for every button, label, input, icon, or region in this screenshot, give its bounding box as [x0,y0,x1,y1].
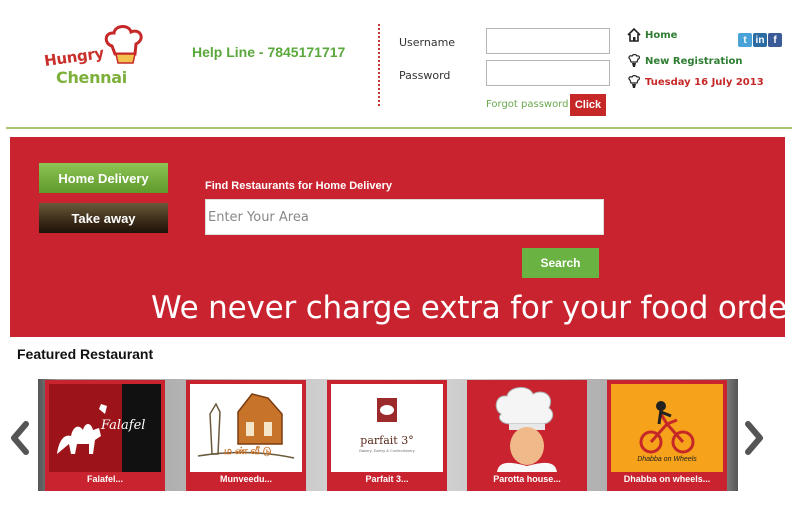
featured-restaurant-heading: Featured Restaurant [17,346,154,362]
munveedu-logo-text: ம ண் வீ டு [224,446,272,457]
restaurant-name: Munveedu... [219,474,272,484]
parfait-logo-subtext: Bakery, Eatery & Confectionery [359,448,415,453]
dhabba-on-wheels-logo: Dhabba on Wheels [611,384,723,472]
twitter-icon[interactable]: t [738,33,752,47]
header-separator [6,127,792,129]
munveedu-logo: ம ண் வீ டு [190,384,302,472]
home-link-label: Home [645,29,678,41]
carousel-next-arrow-icon[interactable] [741,418,767,458]
username-input[interactable] [486,28,610,54]
username-label: Username [399,36,456,49]
restaurant-card-munveedu[interactable]: ம ண் வீ டு Munveedu... [186,380,306,491]
site-header: Hungry Chennai Help Line - 7845171717 Us… [0,0,800,130]
restaurant-name: Parfait 3... [365,474,409,484]
area-search-input[interactable]: Enter Your Area [205,199,604,235]
parfait-logo: parfait 3° Bakery, Eatery & Confectioner… [331,384,443,472]
dhabba-logo-text: Dhabba on Wheels [637,456,697,463]
restaurant-card-falafel[interactable]: Falafel Falafel... [45,380,165,491]
logo-text-hungry: Hungry [43,43,105,71]
restaurant-card-parotta-house[interactable]: Parotta house... [467,380,587,491]
falafel-logo: Falafel [49,384,161,472]
search-banner: Home Delivery Take away Find Restaurants… [10,137,800,337]
linkedin-icon[interactable]: in [753,33,767,47]
parfait-logo-text: parfait 3° [360,434,414,447]
header-divider [378,24,380,106]
restaurant-name: Dhabba on wheels... [623,474,711,484]
restaurant-card-parfait[interactable]: parfait 3° Bakery, Eatery & Confectioner… [327,380,447,491]
social-links: t in f [738,33,782,47]
chef-icon [628,75,640,88]
date-text: Tuesday 16 July 2013 [645,76,764,88]
restaurant-name: Falafel... [86,474,123,484]
falafel-logo-text: Falafel [101,418,146,433]
home-delivery-button[interactable]: Home Delivery [39,163,168,193]
restaurant-card-dhabba-on-wheels[interactable]: Dhabba on Wheels Dhabba on wheels... [607,380,727,491]
password-input[interactable] [486,60,610,86]
facebook-icon[interactable]: f [768,33,782,47]
parotta-house-logo [471,384,583,472]
take-away-button[interactable]: Take away [39,203,168,233]
carousel-prev-arrow-icon[interactable] [7,418,33,458]
chef-icon [628,54,640,67]
login-click-button[interactable]: Click [570,94,606,116]
forgot-password-link[interactable]: Forgot password ? [486,99,577,110]
logo-text-chennai: Chennai [56,68,127,87]
slogan-text: We never charge extra for your food orde… [151,290,800,326]
house-icon [627,28,641,42]
hungry-chennai-logo[interactable]: Hungry Chennai [42,22,147,100]
home-link[interactable]: Home [627,28,677,42]
search-button[interactable]: Search [522,248,599,278]
restaurant-name: Parotta house... [493,474,561,484]
chef-hat-icon [104,25,143,64]
new-registration-label: New Registration [645,55,743,67]
find-restaurants-label: Find Restaurants for Home Delivery [205,180,393,192]
date-display: Tuesday 16 July 2013 [627,75,764,89]
helpline-text: Help Line - 7845171717 [192,44,346,60]
password-label: Password [399,69,451,82]
new-registration-link[interactable]: New Registration [627,54,743,68]
